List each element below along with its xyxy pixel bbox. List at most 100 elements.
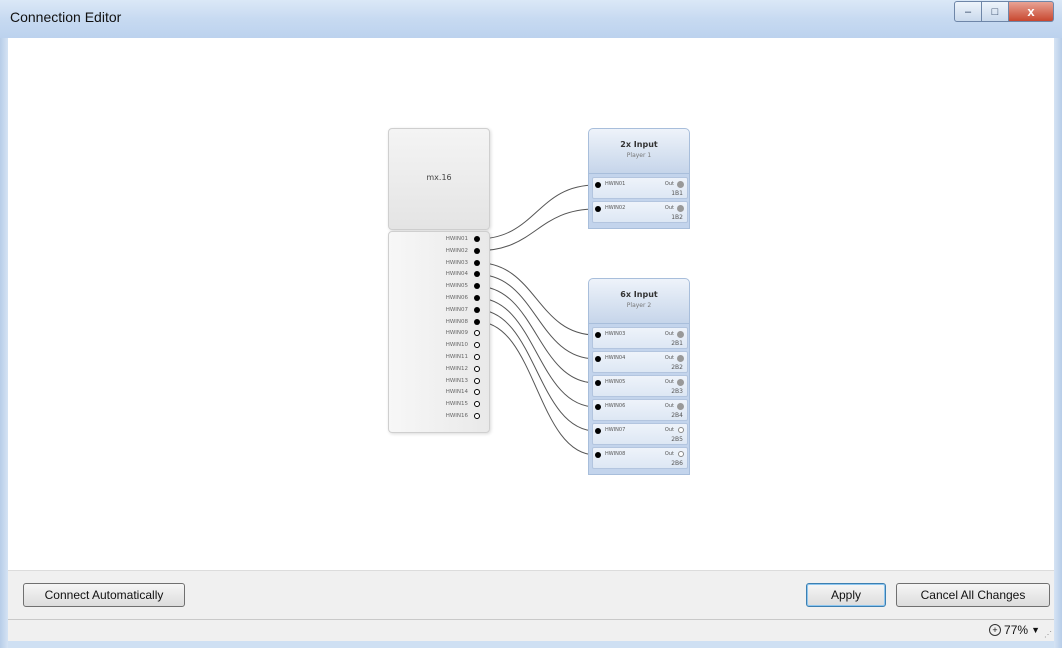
player-node-slots: HWIN03 Out 2B1 HWIN04 Out 2B2 HWIN05 Out 2B3 HWIN… [588,324,690,475]
slot-output-pin[interactable] [677,379,684,386]
slot-input-label: HWIN01 [605,181,626,187]
slot-number: 2B2 [671,364,683,371]
player-slot[interactable]: HWIN04 Out 2B2 [592,351,688,373]
slot-number: 1B1 [671,190,683,197]
source-pin[interactable] [474,271,480,278]
resize-grip-icon[interactable]: ⋰ [1044,630,1052,639]
slot-output-pin[interactable] [677,331,684,338]
source-pin-label: HWIN11 [445,354,468,360]
slot-input-label: HWIN07 [605,427,626,433]
connection-editor-window: Connection Editor – □ x mx.16 HWIN01 HWIN… [0,0,1062,648]
source-pin-label: HWIN07 [445,306,468,313]
connection-wire[interactable] [476,184,597,240]
slot-output-pin[interactable] [677,355,684,362]
source-pin[interactable] [474,259,480,266]
source-pin[interactable] [474,283,480,290]
window-left-border [0,38,8,648]
minimize-button[interactable]: – [954,1,982,22]
player-slot[interactable]: HWIN07 Out 2B5 [592,423,688,445]
slot-output-label: Out [664,331,674,337]
source-pin-label: HWIN12 [445,365,468,372]
source-pin[interactable] [474,342,480,349]
cancel-all-changes-button[interactable]: Cancel All Changes [896,583,1050,607]
source-pin-label: HWIN10 [445,342,468,349]
apply-button[interactable]: Apply [806,583,886,607]
slot-input-pin[interactable] [595,356,601,362]
player-slot[interactable]: HWIN08 Out 2B6 [592,447,688,469]
zoom-in-icon: + [989,624,1002,636]
source-pin[interactable] [474,236,480,242]
player-slot[interactable]: HWIN01 Out 1B1 [592,177,688,199]
slot-input-label: HWIN05 [605,379,626,385]
source-pin-label: HWIN05 [445,283,468,290]
slot-input-pin[interactable] [595,206,601,212]
player-node-title: 2x Input [620,140,658,149]
source-pin[interactable] [474,318,480,325]
slot-output-pin[interactable] [677,403,684,410]
connection-wire[interactable] [476,273,597,360]
player-node-title: 6x Input [620,290,658,299]
window-right-border [1054,38,1062,648]
connection-wire[interactable] [476,262,597,336]
slot-output-pin[interactable] [677,205,684,212]
source-pin-label: HWIN13 [445,377,468,384]
source-pin-label: HWIN03 [445,259,468,266]
source-pin-label: HWIN08 [445,318,468,325]
source-pin[interactable] [474,389,480,396]
source-pin-label: HWIN04 [445,271,468,278]
player-slot[interactable]: HWIN02 Out 1B2 [592,201,688,223]
source-node-title: mx.16 [426,173,452,182]
connect-automatically-button[interactable]: Connect Automatically [23,583,185,607]
slot-input-label: HWIN02 [605,205,626,211]
connection-wire[interactable] [476,321,597,456]
player-node-header[interactable]: 6x Input Player 2 [588,278,690,324]
connection-canvas[interactable]: mx.16 HWIN01 HWIN02 HWIN03 HWIN04 HWIN05 HWIN… [8,38,1054,570]
connection-wire[interactable] [476,309,597,432]
source-pin-label: HWIN09 [445,330,468,337]
slot-input-pin[interactable] [595,182,601,188]
maximize-button[interactable]: □ [982,1,1009,22]
source-node-header[interactable]: mx.16 [388,128,490,230]
chevron-down-icon[interactable]: ▼ [1031,625,1040,635]
source-pin[interactable] [474,247,480,254]
slot-input-pin[interactable] [595,452,601,458]
source-pin[interactable] [474,330,480,337]
slot-output-label: Out [664,181,674,187]
connection-wire[interactable] [476,208,597,252]
source-pin[interactable] [474,365,480,372]
close-button[interactable]: x [1009,1,1054,22]
source-pin[interactable] [474,354,480,360]
slot-input-pin[interactable] [595,404,601,410]
source-pin[interactable] [474,413,480,419]
slot-output-label: Out [664,355,674,361]
slot-output-pin[interactable] [678,427,684,433]
slot-output-pin[interactable] [678,451,684,457]
slot-number: 1B2 [671,214,683,221]
slot-output-label: Out [664,451,674,457]
source-pin-label: HWIN15 [445,401,468,408]
slot-number: 2B3 [671,388,683,395]
source-pin[interactable] [474,401,480,408]
slot-input-pin[interactable] [595,428,601,434]
slot-output-pin[interactable] [677,181,684,188]
player-slot[interactable]: HWIN06 Out 2B4 [592,399,688,421]
slot-output-label: Out [664,427,674,433]
connection-wires [476,184,597,456]
zoom-control[interactable]: + 77% ▼ [989,623,1040,637]
connection-wire[interactable] [476,285,597,384]
source-pin[interactable] [474,377,480,384]
player-node-header[interactable]: 2x Input Player 1 [588,128,690,174]
player-slot[interactable]: HWIN03 Out 2B1 [592,327,688,349]
player-node-subtitle: Player 2 [626,302,652,309]
window-controls: – □ x [954,1,1054,22]
player-node-slots: HWIN01 Out 1B1 HWIN02 Out 1B2 [588,174,690,229]
source-pin[interactable] [474,295,480,301]
source-pin[interactable] [474,306,480,313]
title-bar[interactable]: Connection Editor – □ x [0,0,1062,38]
slot-input-pin[interactable] [595,380,601,386]
slot-number: 2B4 [671,412,683,419]
player-slot[interactable]: HWIN05 Out 2B3 [592,375,688,397]
slot-input-label: HWIN04 [605,355,626,361]
slot-input-pin[interactable] [595,332,601,338]
player-node-subtitle: Player 1 [626,152,652,159]
